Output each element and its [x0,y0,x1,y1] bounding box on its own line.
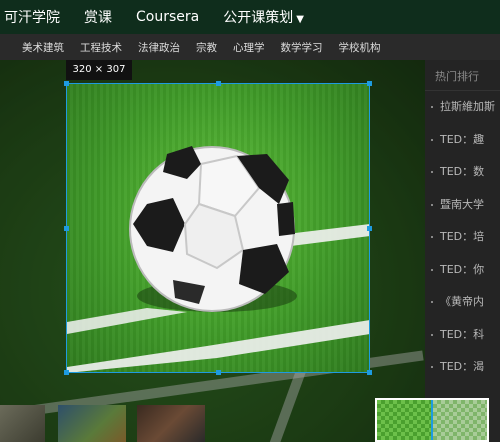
crop-preview-left [377,400,431,440]
image-size-badge: 320 × 307 [66,60,132,80]
sidebar-item[interactable]: TED：你 [425,254,500,287]
sidebar-item[interactable]: TED：趣 [425,124,500,157]
category-institutions[interactable]: 学校机构 [331,40,389,55]
sidebar-item-label: TED：科 [440,327,485,341]
resize-handle-n[interactable] [216,81,221,86]
resize-handle-sw[interactable] [64,370,69,375]
sidebar-item-label: TED：你 [440,262,485,276]
resize-handle-w[interactable] [64,226,69,231]
sidebar-header: 热门排行 [425,60,500,91]
sidebar-item-label: TED：渴 [440,360,485,373]
resize-handle-se[interactable] [367,370,372,375]
resize-handle-e[interactable] [367,226,372,231]
bullet-icon [431,268,433,271]
crop-preview[interactable] [375,398,489,442]
sidebar-item-label: 暨南大学 [440,197,484,211]
sidebar-item[interactable]: TED：培 [425,221,500,254]
nav-item-open-course-plan[interactable]: 公开课策划 ▼ [211,7,316,27]
sidebar-item[interactable]: 暨南大学 [425,189,500,222]
category-law-politics[interactable]: 法律政治 [130,40,188,55]
category-engineering[interactable]: 工程技术 [72,40,130,55]
bullet-icon [431,106,433,108]
bullet-icon [431,366,433,368]
resize-handle-ne[interactable] [367,81,372,86]
bullet-icon [431,333,433,336]
category-bar: 美术建筑 工程技术 法律政治 宗教 心理学 数学学习 学校机构 [0,34,500,60]
selection-frame [64,81,372,375]
nav-item-open-course-plan-label: 公开课策划 [223,10,294,26]
thumbnail-image[interactable] [58,405,126,442]
category-math[interactable]: 数学学习 [273,40,331,55]
top-navigation: 可汗学院 赏课 Coursera 公开课策划 ▼ [0,0,500,34]
sidebar-item-label: 拉斯維加斯 [440,100,495,113]
sidebar-item-label: 《黄帝内 [440,295,484,308]
bullet-icon [431,171,433,173]
sidebar-item-label: TED：数 [440,165,485,178]
category-religion[interactable]: 宗教 [188,40,225,55]
resize-handle-nw[interactable] [64,81,69,86]
crop-preview-right [431,400,487,440]
bullet-icon [431,301,433,303]
chevron-down-icon: ▼ [296,14,304,25]
bullet-icon [431,203,433,206]
sidebar-item[interactable]: TED：渴 [425,351,500,384]
category-psychology[interactable]: 心理学 [225,40,273,55]
hot-ranking-sidebar: 热门排行 拉斯維加斯 TED：趣 TED：数 暨南大学 TED：培 TED：你 … [425,60,500,442]
thumbnail-image[interactable] [137,405,205,442]
sidebar-item[interactable]: 《黄帝内 [425,286,500,319]
sidebar-item-label: TED：培 [440,230,485,243]
nav-item-appreciate-course[interactable]: 赏课 [72,7,124,27]
sidebar-item[interactable]: 拉斯維加斯 [425,91,500,124]
resize-handle-s[interactable] [216,370,221,375]
thumbnail-image[interactable] [0,405,45,442]
bullet-icon [431,138,433,141]
nav-item-khan-academy[interactable]: 可汗学院 [0,7,72,27]
sidebar-item-label: TED：趣 [440,132,485,146]
sidebar-item[interactable]: TED：科 [425,319,500,352]
bullet-icon [431,236,433,238]
nav-item-coursera[interactable]: Coursera [124,9,211,25]
sidebar-item[interactable]: TED：数 [425,156,500,189]
category-art-architecture[interactable]: 美术建筑 [0,40,72,55]
